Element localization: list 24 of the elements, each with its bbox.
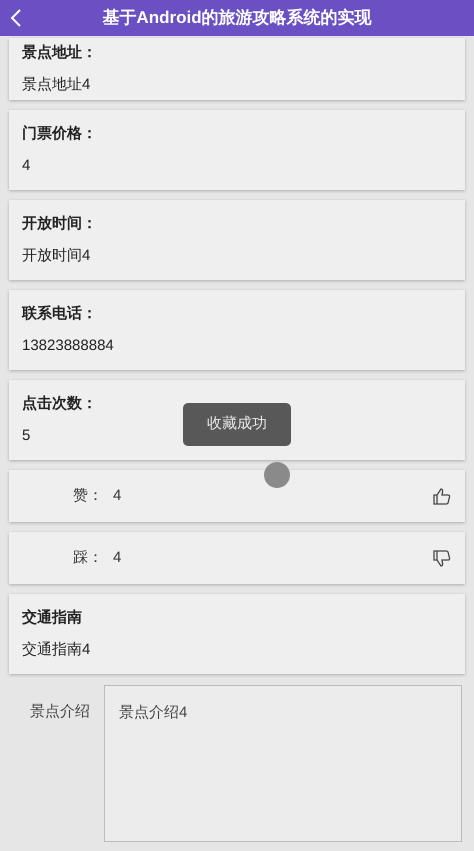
field-value: 4 — [22, 156, 32, 176]
back-icon[interactable] — [10, 8, 22, 28]
app-title: 基于Android的旅游攻略系统的实现 — [101, 7, 373, 30]
field-label: 门票价格： — [22, 124, 98, 144]
field-label: 联系电话： — [22, 304, 98, 324]
field-value: 开放时间4 — [22, 246, 92, 266]
field-value: 景点地址4 — [22, 75, 92, 95]
field-value: 交通指南4 — [22, 640, 92, 660]
field-value: 5 — [22, 426, 32, 446]
field-label: 景点介绍 — [30, 702, 90, 722]
field-label: 交通指南 — [22, 608, 83, 628]
textarea-field[interactable]: 景点介绍4 — [104, 685, 462, 842]
field-label: 开放时间： — [22, 214, 98, 234]
field-label: 踩： — [72, 548, 103, 568]
toast: 收藏成功 — [183, 403, 291, 446]
thumbs-up-icon[interactable] — [432, 486, 451, 506]
field-label: 赞： — [72, 486, 103, 506]
field-value: 13823888884 — [22, 336, 115, 356]
touch-indicator — [264, 462, 290, 488]
field-label: 景点地址： — [22, 42, 98, 62]
field-value: 4 — [113, 486, 122, 506]
field-label: 点击次数： — [22, 394, 98, 414]
thumbs-down-icon[interactable] — [432, 548, 451, 568]
field-value: 4 — [113, 548, 122, 568]
